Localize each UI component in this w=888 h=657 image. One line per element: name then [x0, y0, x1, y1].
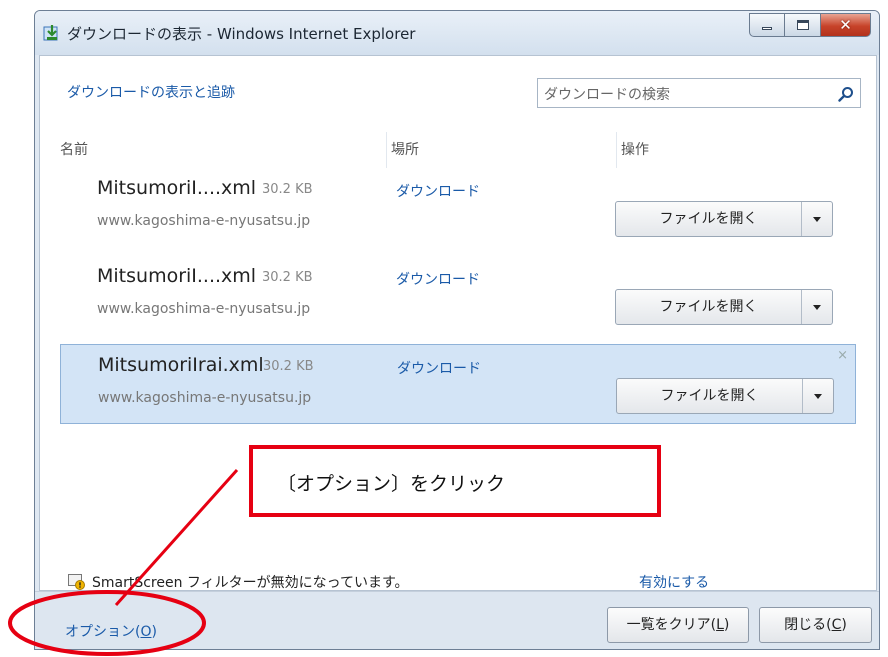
- open-file-button[interactable]: ファイルを開く: [616, 202, 802, 236]
- file-size: 30.2 KB: [263, 359, 314, 374]
- clear-accesskey: L: [716, 617, 724, 633]
- source-site: www.kagoshima-e-nyusatsu.jp: [98, 390, 312, 406]
- download-row[interactable]: MitsumoriI....xml 30.2 KB ダウンロード www.kag…: [60, 256, 856, 336]
- enable-smartscreen-link[interactable]: 有効にする: [639, 572, 709, 592]
- footer-bar: オプション(O) 一覧をクリア(L) 閉じる(C): [35, 591, 879, 649]
- title-bar: ダウンロードの表示 - Windows Internet Explorer ✕: [35, 11, 879, 55]
- open-options-dropdown[interactable]: [802, 290, 832, 324]
- download-search-box[interactable]: ダウンロードの検索: [537, 78, 861, 108]
- clear-label: 一覧をクリア(: [626, 617, 717, 633]
- minimize-button[interactable]: [749, 13, 785, 37]
- close-accesskey: C: [831, 617, 842, 633]
- window-close-button[interactable]: ✕: [821, 13, 871, 37]
- file-name: MitsumoriI....xml: [97, 177, 257, 199]
- source-site: www.kagoshima-e-nyusatsu.jp: [97, 301, 311, 317]
- file-name: MitsumoriIrai.xml: [98, 354, 264, 376]
- search-input[interactable]: ダウンロードの検索: [544, 84, 670, 104]
- maximize-icon: [796, 20, 809, 30]
- open-options-dropdown[interactable]: [802, 202, 832, 236]
- download-row-selected[interactable]: MitsumoriIrai.xml 30.2 KB ダウンロード www.kag…: [60, 344, 856, 424]
- source-site: www.kagoshima-e-nyusatsu.jp: [97, 213, 311, 229]
- options-label: オプション(: [65, 624, 141, 640]
- open-file-button[interactable]: ファイルを開く: [616, 290, 802, 324]
- column-header-location[interactable]: 場所: [391, 139, 419, 159]
- open-file-splitbutton: ファイルを開く: [615, 201, 833, 237]
- column-header-action[interactable]: 操作: [621, 139, 649, 159]
- smartscreen-shield-icon: [68, 574, 86, 590]
- download-location-link[interactable]: ダウンロード: [396, 269, 480, 289]
- file-size: 30.2 KB: [262, 182, 313, 197]
- options-link[interactable]: オプション(O): [65, 621, 157, 641]
- download-location-link[interactable]: ダウンロード: [396, 181, 480, 201]
- window-controls: ✕: [749, 13, 871, 39]
- file-name: MitsumoriI....xml: [97, 265, 257, 287]
- open-file-splitbutton: ファイルを開く: [615, 289, 833, 325]
- clear-suffix: ): [723, 617, 730, 633]
- open-file-splitbutton: ファイルを開く: [616, 378, 834, 414]
- annotation-callout-text: 〔オプション〕をクリック: [277, 473, 506, 495]
- chevron-down-icon: [813, 304, 821, 310]
- chevron-down-icon: [814, 393, 822, 399]
- close-suffix: ): [841, 617, 847, 633]
- download-manager-window: ダウンロードの表示 - Windows Internet Explorer ✕ …: [34, 10, 880, 650]
- chevron-down-icon: [813, 216, 821, 222]
- column-divider: [386, 132, 387, 168]
- minimize-icon: [762, 27, 772, 30]
- ie-download-icon: [43, 24, 61, 42]
- column-header-name[interactable]: 名前: [60, 139, 88, 159]
- open-file-button[interactable]: ファイルを開く: [617, 379, 803, 413]
- remove-row-icon[interactable]: ×: [837, 348, 848, 363]
- close-icon: ✕: [839, 16, 852, 34]
- download-location-link[interactable]: ダウンロード: [397, 358, 481, 378]
- options-accesskey: O: [140, 624, 152, 640]
- smartscreen-status-text: SmartScreen フィルターが無効になっています。: [92, 575, 409, 591]
- options-suffix: ): [151, 624, 157, 640]
- column-divider: [616, 132, 617, 168]
- clear-list-button[interactable]: 一覧をクリア(L): [607, 607, 749, 643]
- window-title: ダウンロードの表示 - Windows Internet Explorer: [67, 25, 416, 43]
- view-track-downloads-heading: ダウンロードの表示と追跡: [67, 85, 235, 101]
- file-size: 30.2 KB: [262, 270, 313, 285]
- open-options-dropdown[interactable]: [803, 379, 833, 413]
- download-row[interactable]: MitsumoriI....xml 30.2 KB ダウンロード www.kag…: [60, 168, 856, 248]
- close-label: 閉じる(: [784, 617, 832, 633]
- annotation-callout-box: 〔オプション〕をクリック: [249, 445, 661, 517]
- close-button[interactable]: 閉じる(C): [759, 607, 872, 643]
- maximize-button[interactable]: [785, 13, 821, 37]
- search-icon[interactable]: [838, 86, 854, 102]
